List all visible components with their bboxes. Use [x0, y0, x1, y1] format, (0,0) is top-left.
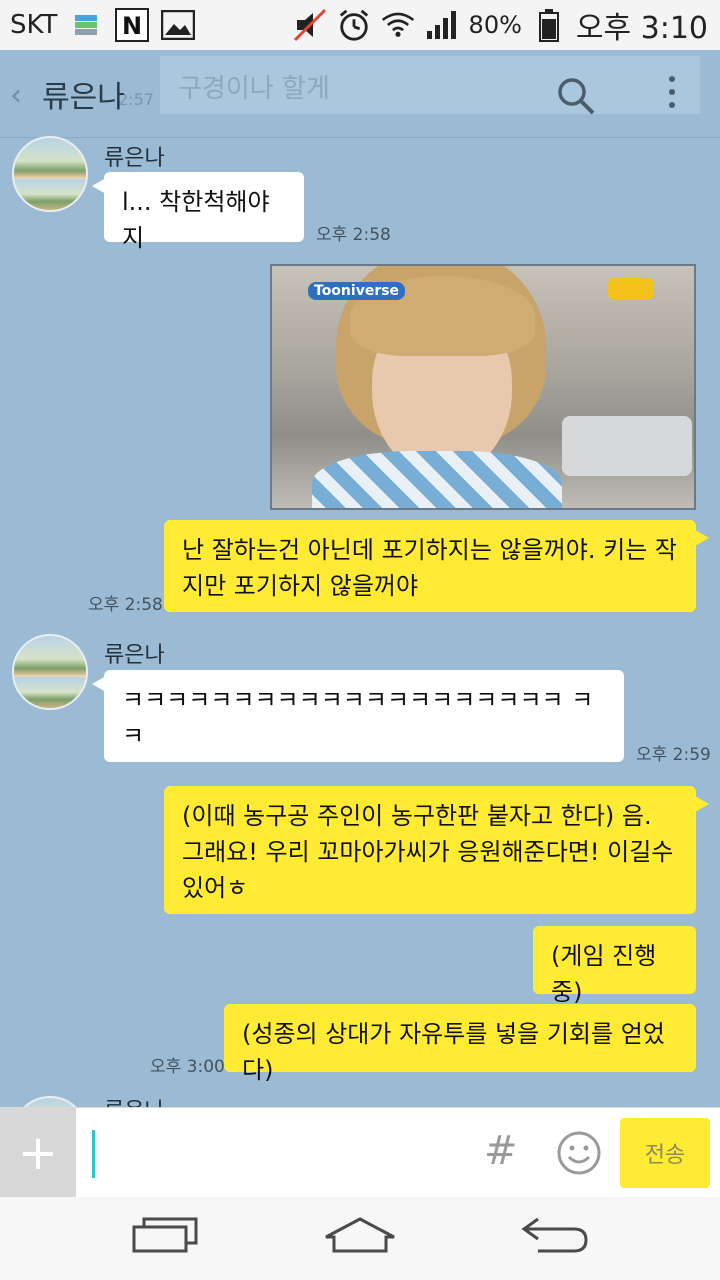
message-bubble[interactable]: (게임 진행중) [533, 926, 696, 1006]
search-icon[interactable] [556, 76, 596, 120]
carrier-label: SKT [10, 10, 58, 40]
message-bubble[interactable]: 난 잘하는건 아닌데 포기하지는 않을꺼야. 키는 작지만 포기하지 않을꺼야 [164, 520, 696, 612]
sim-icon [69, 8, 103, 42]
message-time: 오후 3:00 [150, 1057, 225, 1077]
alarm-icon [337, 8, 371, 42]
message-time: 오후 2:58 [88, 595, 163, 615]
signal-icon [425, 8, 459, 42]
text-cursor[interactable] [92, 1130, 95, 1178]
emoticon-icon[interactable] [556, 1130, 602, 1180]
image-icon [161, 8, 196, 42]
wifi-icon [381, 8, 415, 42]
sender-name: 류은나 [104, 146, 165, 171]
avatar[interactable] [12, 634, 88, 710]
hashtag-button[interactable]: # [484, 1128, 518, 1174]
more-menu-icon[interactable] [662, 76, 682, 116]
message-bubble[interactable]: l... 착한척해야지 [104, 172, 304, 252]
shirt-shape [312, 451, 562, 508]
system-nav-bar [0, 1197, 720, 1280]
message-time: 오후 2:58 [316, 225, 391, 245]
back-chevron-icon[interactable]: ‹ [10, 78, 22, 113]
bubble-tail [695, 796, 709, 812]
show-badge [608, 278, 654, 300]
recent-apps-icon[interactable] [130, 1215, 200, 1259]
back-icon[interactable] [520, 1215, 590, 1259]
naver-icon: N [115, 8, 150, 42]
avatar[interactable] [12, 136, 88, 212]
ghost-preview: 구경이나 할게 [160, 56, 700, 114]
status-bar: SKT N 80% 오후 3:10 [0, 0, 720, 50]
message-time: 오후 2:59 [636, 745, 711, 765]
car-shape [562, 416, 692, 476]
sender-name: 류은나 [104, 643, 165, 668]
svg-text:N: N [122, 12, 142, 40]
message-bubble[interactable]: (이때 농구공 주인이 농구한판 붙자고 한다) 음. 그래요! 우리 꼬마아가… [164, 786, 696, 914]
photo-message[interactable]: Tooniverse [270, 264, 696, 510]
message-bubble[interactable]: ㅋㅋㅋㅋㅋㅋㅋㅋㅋㅋㅋㅋㅋㅋㅋㅋㅋㅋㅋㅋ ㅋㅋ [104, 670, 624, 762]
channel-logo: Tooniverse [308, 282, 406, 300]
home-icon[interactable] [322, 1215, 398, 1259]
message-bubble[interactable]: (성종의 상대가 자유투를 넣을 기회를 얻었다) [224, 1004, 696, 1084]
message-input-bar: + # 전송 [0, 1107, 720, 1198]
battery-percent: 80% [468, 11, 522, 39]
clock: 오후 3:10 [575, 11, 708, 46]
send-button[interactable]: 전송 [620, 1118, 710, 1188]
attach-plus-button[interactable]: + [0, 1108, 76, 1198]
battery-icon [532, 8, 566, 42]
chat-title: 류은나 [42, 80, 125, 115]
chat-header: 구경이나 할게 2:57 ‹ 류은나 [0, 50, 720, 138]
bubble-tail [695, 530, 709, 546]
mute-icon [293, 8, 327, 42]
